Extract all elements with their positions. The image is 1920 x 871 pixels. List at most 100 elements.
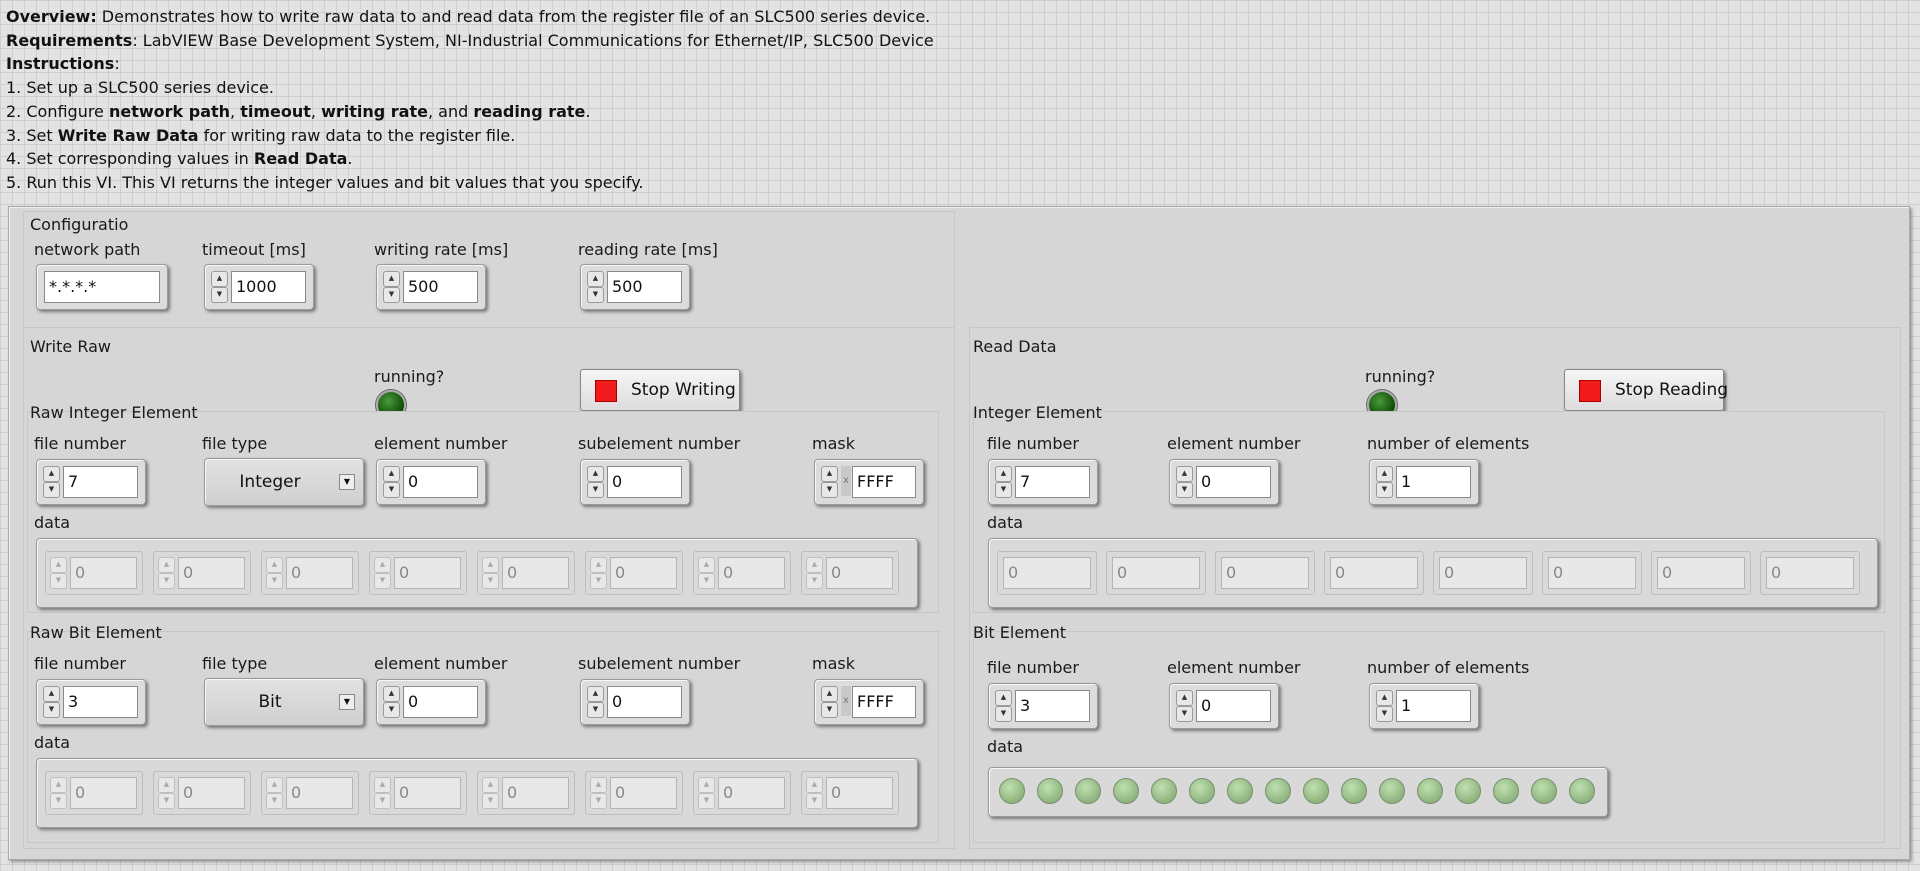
bit-element-number-control[interactable]: ▲ ▼ 0: [1169, 683, 1279, 729]
int-file-number-input[interactable]: 7: [1015, 466, 1090, 498]
raw-bit-file-type-ring[interactable]: Bit ▼: [204, 678, 364, 726]
raw-int-mask-spin-icon[interactable]: ▲ ▼: [821, 466, 838, 498]
hex-radix-indicator: x: [841, 686, 851, 716]
array-element-value: 0: [826, 777, 893, 809]
read-running-label: running?: [1365, 367, 1436, 386]
dropdown-arrow-icon[interactable]: ▼: [339, 694, 355, 710]
step-3-rest: for writing raw data to the register fil…: [198, 125, 516, 145]
main-cluster-panel: Configuratio network path *.*.*.* timeou…: [8, 206, 1910, 860]
step-1-text: 1. Set up a SLC500 series device.: [6, 78, 274, 98]
array-element: ▲ ▼ 0: [693, 551, 791, 595]
bit-led-icon: [1569, 778, 1595, 804]
raw-int-subelement-number-input[interactable]: 0: [607, 466, 682, 498]
raw-bit-mask-control[interactable]: ▲ ▼ x FFFF: [814, 679, 924, 725]
raw-int-data-label: data: [34, 513, 71, 532]
bit-element-number-spin-icon[interactable]: ▲ ▼: [1176, 690, 1193, 722]
reading-rate-label: reading rate [ms]: [578, 240, 718, 259]
raw-bit-mask-spin-icon[interactable]: ▲ ▼: [821, 686, 838, 718]
bit-number-of-elements-input[interactable]: 1: [1396, 690, 1471, 722]
array-element-value: 0: [70, 557, 137, 589]
instruction-step-3: 3. Set Write Raw Data for writing raw da…: [6, 124, 934, 148]
int-number-of-elements-input[interactable]: 1: [1396, 466, 1471, 498]
step-4-read-data: Read Data: [253, 149, 348, 169]
raw-int-element-number-input[interactable]: 0: [403, 466, 478, 498]
bit-number-of-elements-control[interactable]: ▲ ▼ 1: [1369, 683, 1479, 729]
step-2-text: 2. Configure: [6, 101, 109, 121]
raw-int-element-number-label: element number: [374, 434, 508, 453]
network-path-label: network path: [34, 240, 141, 259]
array-element: ▲ ▼ 0: [801, 551, 899, 595]
element-spin-icon: ▲ ▼: [158, 777, 175, 809]
raw-int-element-number-control[interactable]: ▲ ▼ 0: [376, 459, 486, 505]
array-element: ▲ ▼ 0: [477, 551, 575, 595]
raw-int-file-number-input[interactable]: 7: [63, 466, 138, 498]
step-4-text: 4. Set corresponding values in: [6, 149, 254, 169]
int-file-number-control[interactable]: ▲ ▼ 7: [988, 459, 1098, 505]
element-spin-icon: ▲ ▼: [482, 777, 499, 809]
writing-rate-control[interactable]: ▲ ▼ 500: [376, 264, 486, 310]
int-element-number-input[interactable]: 0: [1196, 466, 1271, 498]
raw-bit-subelement-number-control[interactable]: ▲ ▼ 0: [580, 679, 690, 725]
raw-bit-file-number-input[interactable]: 3: [63, 686, 138, 718]
reading-rate-spin-icon[interactable]: ▲ ▼: [587, 271, 604, 303]
array-element: ▲ ▼ 0: [585, 771, 683, 815]
bit-led-icon: [1531, 778, 1557, 804]
reading-rate-input[interactable]: 500: [607, 271, 682, 303]
array-element: ▲ ▼ 0: [693, 771, 791, 815]
step-2-end: .: [585, 101, 591, 121]
bit-element-number-input[interactable]: 0: [1196, 690, 1271, 722]
bit-led-icon: [999, 778, 1025, 804]
array-element: ▲ ▼ 0: [153, 551, 251, 595]
raw-int-file-number-control[interactable]: ▲ ▼ 7: [36, 459, 146, 505]
raw-bit-element-number-spin-icon[interactable]: ▲ ▼: [383, 686, 400, 718]
timeout-label: timeout [ms]: [202, 240, 306, 259]
raw-bit-element-number-input[interactable]: 0: [403, 686, 478, 718]
bit-number-of-elements-spin-icon[interactable]: ▲ ▼: [1376, 690, 1393, 722]
array-element: ▲ ▼ 0: [477, 771, 575, 815]
timeout-input[interactable]: 1000: [231, 271, 306, 303]
array-element-value: 0: [178, 557, 245, 589]
raw-bit-mask-input[interactable]: FFFF: [852, 686, 916, 718]
raw-bit-subelement-spin-icon[interactable]: ▲ ▼: [587, 686, 604, 718]
writing-rate-input[interactable]: 500: [403, 271, 478, 303]
raw-int-mask-input[interactable]: FFFF: [852, 466, 916, 498]
bit-file-number-input[interactable]: 3: [1015, 690, 1090, 722]
int-number-of-elements-control[interactable]: ▲ ▼ 1: [1369, 459, 1479, 505]
element-spin-icon: ▲ ▼: [806, 777, 823, 809]
raw-bit-element-number-control[interactable]: ▲ ▼ 0: [376, 679, 486, 725]
raw-int-subelement-number-control[interactable]: ▲ ▼ 0: [580, 459, 690, 505]
timeout-control[interactable]: ▲ ▼ 1000: [204, 264, 314, 310]
array-element-value: 0: [1439, 557, 1527, 589]
raw-int-subelement-spin-icon[interactable]: ▲ ▼: [587, 466, 604, 498]
raw-bit-data-array: ▲ ▼ 0 ▲ ▼ 0 ▲ ▼ 0 ▲ ▼ 0 ▲ ▼ 0 ▲ ▼ 0 ▲ ▼ 0 ▲ ▼ 0: [36, 758, 918, 828]
int-number-of-elements-spin-icon[interactable]: ▲ ▼: [1376, 466, 1393, 498]
timeout-spin-icon[interactable]: ▲ ▼: [211, 271, 228, 303]
network-path-input[interactable]: *.*.*.*: [44, 271, 160, 303]
stop-square-icon: [595, 380, 617, 402]
element-spin-icon: ▲ ▼: [374, 777, 391, 809]
raw-bit-file-number-spin-icon[interactable]: ▲ ▼: [43, 686, 60, 718]
network-path-control[interactable]: *.*.*.*: [36, 264, 168, 310]
raw-int-file-number-spin-icon[interactable]: ▲ ▼: [43, 466, 60, 498]
element-spin-icon: ▲ ▼: [698, 777, 715, 809]
reading-rate-control[interactable]: ▲ ▼ 500: [580, 264, 690, 310]
raw-int-file-type-ring[interactable]: Integer ▼: [204, 458, 364, 506]
raw-bit-file-number-control[interactable]: ▲ ▼ 3: [36, 679, 146, 725]
int-data-label: data: [987, 513, 1024, 532]
raw-bit-element-number-label: element number: [374, 654, 508, 673]
raw-integer-title: Raw Integer Element: [30, 403, 198, 422]
array-element-value: 0: [502, 557, 569, 589]
dropdown-arrow-icon[interactable]: ▼: [339, 474, 355, 490]
stop-reading-button[interactable]: Stop Reading: [1564, 369, 1728, 411]
raw-int-mask-control[interactable]: ▲ ▼ x FFFF: [814, 459, 924, 505]
writing-rate-spin-icon[interactable]: ▲ ▼: [383, 271, 400, 303]
bit-file-number-spin-icon[interactable]: ▲ ▼: [995, 690, 1012, 722]
raw-int-element-number-spin-icon[interactable]: ▲ ▼: [383, 466, 400, 498]
int-element-number-spin-icon[interactable]: ▲ ▼: [1176, 466, 1193, 498]
int-element-number-control[interactable]: ▲ ▼ 0: [1169, 459, 1279, 505]
array-element: 0: [997, 551, 1097, 595]
raw-bit-subelement-number-input[interactable]: 0: [607, 686, 682, 718]
stop-writing-button[interactable]: Stop Writing: [580, 369, 740, 411]
int-file-number-spin-icon[interactable]: ▲ ▼: [995, 466, 1012, 498]
bit-file-number-control[interactable]: ▲ ▼ 3: [988, 683, 1098, 729]
